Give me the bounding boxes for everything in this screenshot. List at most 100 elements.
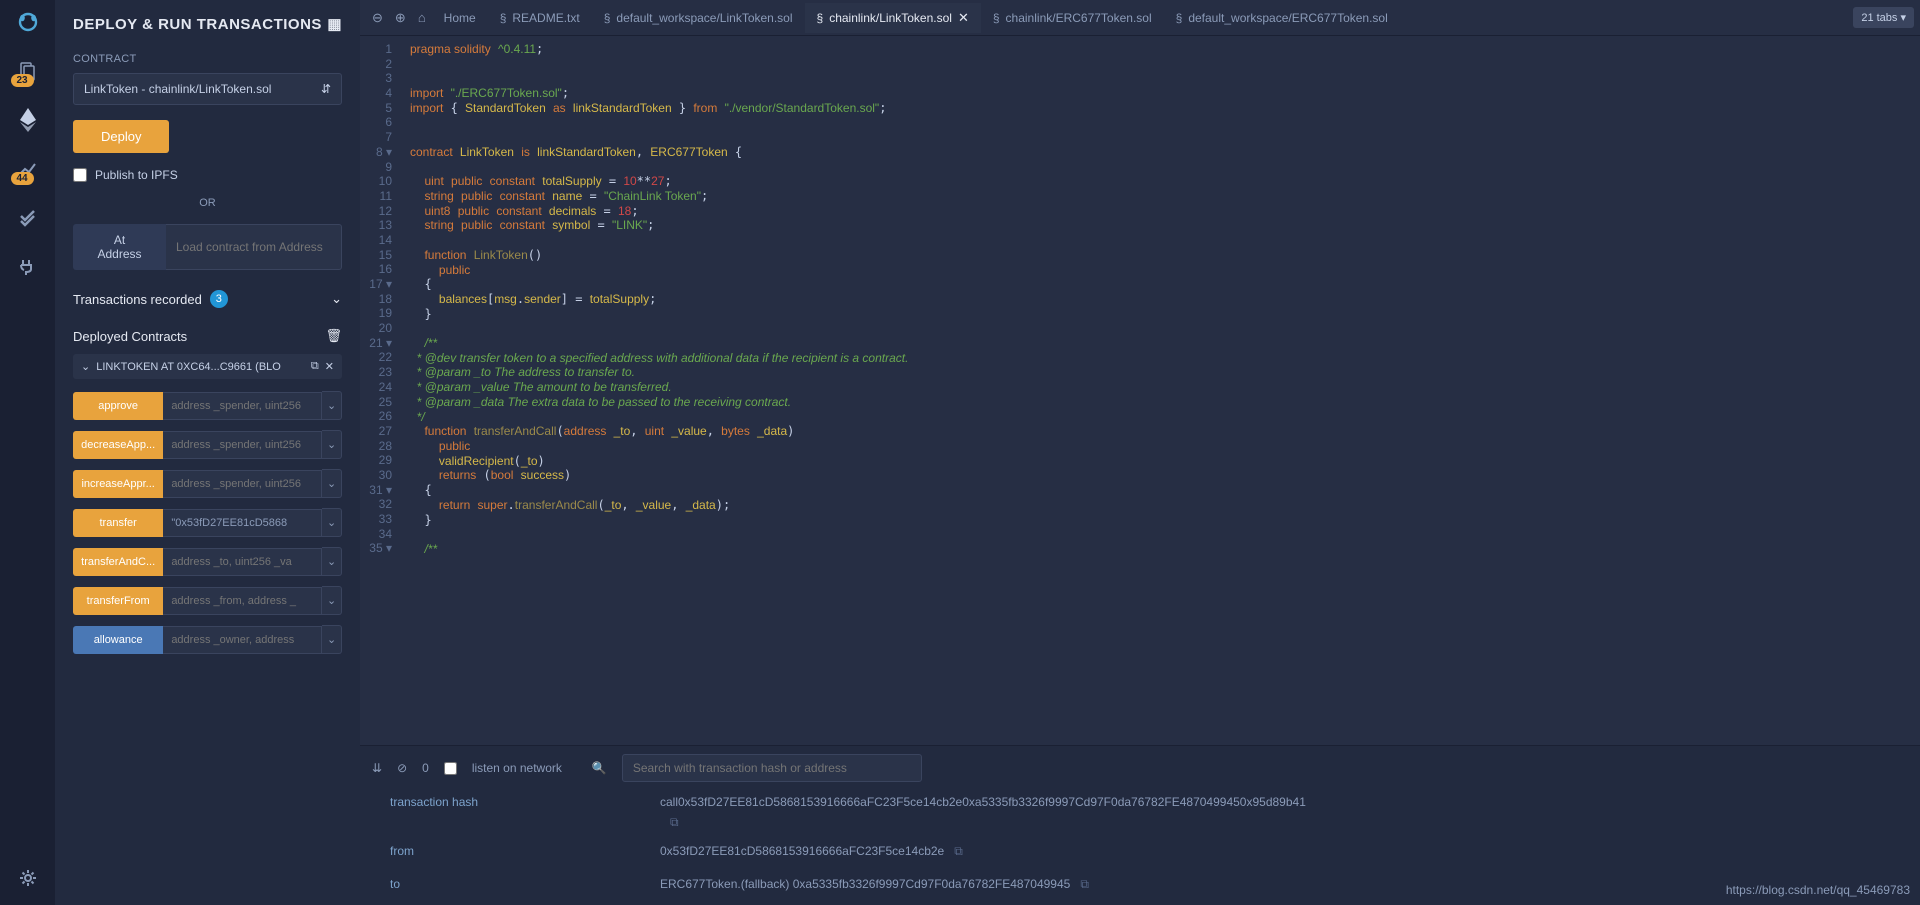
term-value: 0x53fD27EE81cD5868153916666aFC23F5ce14cb… (660, 844, 1890, 859)
term-key: to (390, 877, 630, 892)
chevron-down-icon[interactable]: ⌄ (322, 469, 342, 498)
solidity-icon: § (500, 11, 507, 25)
tab[interactable]: § chainlink/ERC677Token.sol (981, 3, 1164, 33)
trans-recorded-label: Transactions recorded (73, 292, 202, 307)
term-value: call0x53fD27EE81cD5868153916666aFC23F5ce… (660, 795, 1890, 809)
tab-label: default_workspace/LinkToken.sol (616, 11, 792, 25)
or-divider: OR (73, 197, 342, 209)
solidity-icon: § (993, 11, 1000, 25)
fn-row: increaseAppr... ⌄ (73, 469, 342, 498)
chevron-down-icon[interactable]: ⌄ (322, 430, 342, 459)
fn-transferAndC...-input[interactable] (163, 548, 322, 576)
check-icon[interactable] (16, 206, 40, 230)
term-key: from (390, 844, 630, 859)
tab[interactable]: §default_workspace/ERC677Token.sol (1164, 3, 1400, 33)
term-row: transaction hash call0x53fD27EE81cD586815… (390, 795, 1890, 809)
icon-sidebar: 23 44 (0, 0, 55, 905)
line-gutter: 12345678 ▾91011121314151617 ▾18192021 ▾2… (360, 36, 400, 745)
term-search-input[interactable] (622, 754, 922, 782)
fn-row: approve ⌄ (73, 391, 342, 420)
zoom-out-icon[interactable]: ⊖ (366, 10, 389, 26)
main-area: ⊖ ⊕ ⌂ Home §README.txt§default_workspace… (360, 0, 1920, 905)
deployed-instance[interactable]: ⌄LINKTOKEN AT 0XC64...C9661 (BLO⧉✕ (73, 354, 342, 379)
fn-decreaseApp...-button[interactable]: decreaseApp... (73, 431, 163, 459)
term-key: transaction hash (390, 795, 630, 809)
chevron-down-icon[interactable]: ⌄ (322, 391, 342, 420)
terminal-body: transaction hash call0x53fD27EE81cD586815… (360, 790, 1920, 905)
term-row: to ERC677Token.(fallback) 0xa5335fb3326f9… (390, 877, 1890, 892)
deploy-panel: DEPLOY & RUN TRANSACTIONS ▦ CONTRACT Link… (55, 0, 360, 905)
fn-row: transfer ⌄ (73, 508, 342, 537)
tab-label: chainlink/ERC677Token.sol (1006, 11, 1152, 25)
tab[interactable]: §chainlink/LinkToken.sol✕ (805, 3, 981, 33)
load-address-input[interactable] (166, 224, 342, 270)
close-icon[interactable]: ✕ (958, 10, 969, 26)
fn-transferFrom-button[interactable]: transferFrom (73, 587, 163, 615)
fn-transferFrom-input[interactable] (163, 587, 322, 615)
ban-icon[interactable]: ⊘ (397, 761, 407, 775)
listen-checkbox[interactable] (444, 762, 457, 775)
home-label: Home (444, 11, 476, 25)
fn-row: transferAndC... ⌄ (73, 547, 342, 576)
tab[interactable]: § default_workspace/LinkToken.sol (592, 3, 805, 33)
publish-ipfs[interactable]: Publish to IPFS (73, 168, 342, 182)
fn-row: decreaseApp... ⌄ (73, 430, 342, 459)
close-icon[interactable]: ✕ (325, 360, 334, 373)
publish-checkbox[interactable] (73, 168, 87, 182)
zoom-in-icon[interactable]: ⊕ (389, 10, 412, 26)
chevron-down-icon[interactable]: ⌄ (322, 586, 342, 615)
fn-allowance-button[interactable]: allowance (73, 626, 163, 654)
fn-transfer-button[interactable]: transfer (73, 509, 163, 537)
chevron-down-icon[interactable]: ⌄ (331, 291, 342, 307)
copy-icon[interactable]: ⧉ (311, 360, 319, 373)
solidity-icon: § (817, 11, 824, 25)
fn-transferAndC...-button[interactable]: transferAndC... (73, 548, 163, 576)
book-icon[interactable]: ▦ (327, 15, 342, 33)
logo-icon[interactable] (16, 10, 40, 34)
chevron-down-icon[interactable]: ⌄ (322, 625, 342, 654)
code-editor[interactable]: 12345678 ▾91011121314151617 ▾18192021 ▾2… (360, 36, 1920, 745)
fn-increaseAppr...-button[interactable]: increaseAppr... (73, 470, 163, 498)
fn-row: allowance ⌄ (73, 625, 342, 654)
function-list: approve⌄decreaseApp...⌄increaseAppr...⌄t… (73, 391, 342, 654)
panel-title: DEPLOY & RUN TRANSACTIONS (73, 16, 322, 33)
settings-icon[interactable] (16, 866, 40, 890)
chevron-down-icon[interactable]: ⌄ (322, 547, 342, 576)
plug-icon[interactable] (16, 255, 40, 279)
copy-icon[interactable]: ⧉ (670, 815, 679, 829)
tab-label: default_workspace/ERC677Token.sol (1188, 11, 1387, 25)
contract-label: CONTRACT (73, 53, 342, 65)
search-icon[interactable]: 🔍 (592, 761, 607, 775)
fn-approve-input[interactable] (163, 392, 322, 420)
terminal: ⇊ ⊘ 0 listen on network 🔍 transaction ha… (360, 745, 1920, 905)
tabs-count[interactable]: 21 tabs ▾ (1853, 7, 1914, 28)
fn-increaseAppr...-input[interactable] (163, 470, 322, 498)
contract-select[interactable]: LinkToken - chainlink/LinkToken.sol ⇵ (73, 73, 342, 105)
copy-icon[interactable]: ⧉ (954, 844, 963, 858)
home-icon[interactable]: ⌂ (412, 10, 432, 25)
code-content[interactable]: pragma solidity ^0.4.11; import "./ERC67… (400, 36, 1920, 745)
fn-decreaseApp...-input[interactable] (163, 431, 322, 459)
fn-allowance-input[interactable] (163, 626, 322, 654)
chevron-icon: ⇵ (321, 82, 331, 96)
publish-label: Publish to IPFS (95, 168, 178, 182)
deployed-label: Deployed Contracts (73, 329, 187, 344)
tab[interactable]: §README.txt (488, 3, 592, 33)
expand-icon[interactable]: ⇊ (372, 761, 382, 775)
listen-label: listen on network (472, 761, 562, 775)
deploy-button[interactable]: Deploy (73, 120, 169, 153)
tabs-count-label: 21 tabs (1861, 12, 1897, 24)
fn-transfer-input[interactable] (163, 509, 322, 537)
home-tab[interactable]: Home (432, 4, 488, 32)
copy-icon[interactable]: ⧉ (1080, 877, 1089, 891)
ethereum-icon[interactable] (16, 108, 40, 132)
pending-count: 0 (422, 761, 429, 775)
solidity-icon: § (604, 11, 611, 25)
at-address-button[interactable]: At Address (73, 224, 166, 270)
trash-icon[interactable]: 🗑 (325, 328, 342, 344)
chevron-down-icon[interactable]: ⌄ (322, 508, 342, 537)
term-row: from 0x53fD27EE81cD5868153916666aFC23F5ce… (390, 844, 1890, 859)
contract-select-value: LinkToken - chainlink/LinkToken.sol (84, 82, 271, 96)
term-value: ERC677Token.(fallback) 0xa5335fb3326f999… (660, 877, 1890, 892)
fn-approve-button[interactable]: approve (73, 392, 163, 420)
